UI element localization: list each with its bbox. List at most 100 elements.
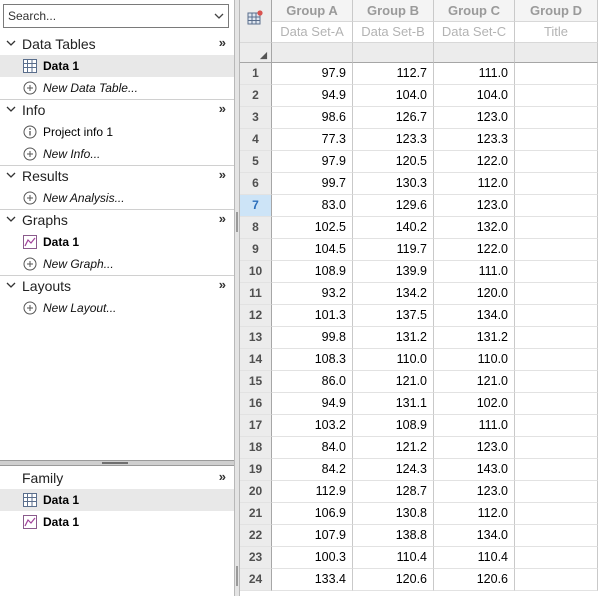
table-cell[interactable]: 121.0: [434, 371, 515, 393]
table-cell[interactable]: 99.8: [272, 327, 353, 349]
table-cell[interactable]: [515, 239, 598, 261]
section-header-info[interactable]: Info »: [0, 99, 234, 121]
table-cell[interactable]: 132.0: [434, 217, 515, 239]
table-cell[interactable]: [515, 107, 598, 129]
table-cell[interactable]: [515, 283, 598, 305]
row-number[interactable]: 10: [240, 261, 272, 283]
table-cell[interactable]: 77.3: [272, 129, 353, 151]
nav-item-new-analysis[interactable]: New Analysis...: [0, 187, 234, 209]
column-blank-header[interactable]: [353, 43, 434, 63]
nav-item-graph-data-1[interactable]: Data 1: [0, 231, 234, 253]
table-cell[interactable]: 122.0: [434, 151, 515, 173]
table-cell[interactable]: 108.3: [272, 349, 353, 371]
chevron-down-icon[interactable]: [6, 104, 16, 114]
table-cell[interactable]: 111.0: [434, 63, 515, 85]
row-number[interactable]: 16: [240, 393, 272, 415]
column-header-group[interactable]: Group D: [515, 0, 598, 22]
nav-item-new-graph[interactable]: New Graph...: [0, 253, 234, 275]
column-subtitle[interactable]: Data Set-B: [353, 22, 434, 43]
table-cell[interactable]: [515, 415, 598, 437]
column-subtitle[interactable]: Title: [515, 22, 598, 43]
row-number[interactable]: 3: [240, 107, 272, 129]
table-cell[interactable]: 112.7: [353, 63, 434, 85]
table-cell[interactable]: 121.2: [353, 437, 434, 459]
table-cell[interactable]: [515, 371, 598, 393]
table-cell[interactable]: 100.3: [272, 547, 353, 569]
column-subtitle[interactable]: Data Set-A: [272, 22, 353, 43]
splitter-grip[interactable]: [236, 566, 238, 586]
table-cell[interactable]: 131.1: [353, 393, 434, 415]
table-cell[interactable]: 130.3: [353, 173, 434, 195]
table-cell[interactable]: [515, 393, 598, 415]
table-cell[interactable]: 126.7: [353, 107, 434, 129]
table-cell[interactable]: 98.6: [272, 107, 353, 129]
row-number[interactable]: 1: [240, 63, 272, 85]
table-cell[interactable]: [515, 63, 598, 85]
table-cell[interactable]: [515, 503, 598, 525]
row-number[interactable]: 23: [240, 547, 272, 569]
table-cell[interactable]: 123.0: [434, 107, 515, 129]
expand-icon[interactable]: »: [219, 211, 226, 226]
table-cell[interactable]: 103.2: [272, 415, 353, 437]
row-number[interactable]: 19: [240, 459, 272, 481]
expand-icon[interactable]: »: [219, 101, 226, 116]
section-header-layouts[interactable]: Layouts »: [0, 275, 234, 297]
table-cell[interactable]: 104.0: [434, 85, 515, 107]
table-cell[interactable]: 121.0: [353, 371, 434, 393]
row-number[interactable]: 14: [240, 349, 272, 371]
table-cell[interactable]: 83.0: [272, 195, 353, 217]
expand-icon[interactable]: »: [219, 277, 226, 292]
table-cell[interactable]: [515, 173, 598, 195]
table-format-icon[interactable]: [247, 10, 263, 26]
splitter-grip[interactable]: [102, 462, 128, 464]
table-cell[interactable]: 130.8: [353, 503, 434, 525]
table-cell[interactable]: 97.9: [272, 151, 353, 173]
table-cell[interactable]: 129.6: [353, 195, 434, 217]
row-number[interactable]: 17: [240, 415, 272, 437]
row-number[interactable]: 8: [240, 217, 272, 239]
table-cell[interactable]: 119.7: [353, 239, 434, 261]
table-cell[interactable]: 139.9: [353, 261, 434, 283]
chevron-down-icon[interactable]: [6, 170, 16, 180]
chevron-down-icon[interactable]: [6, 214, 16, 224]
table-cell[interactable]: 122.0: [434, 239, 515, 261]
chevron-down-icon[interactable]: [6, 38, 16, 48]
column-subtitle[interactable]: Data Set-C: [434, 22, 515, 43]
table-cell[interactable]: [515, 349, 598, 371]
table-cell[interactable]: 110.4: [353, 547, 434, 569]
table-cell[interactable]: 133.4: [272, 569, 353, 591]
table-cell[interactable]: 120.6: [434, 569, 515, 591]
column-header-group[interactable]: Group A: [272, 0, 353, 22]
table-cell[interactable]: 84.0: [272, 437, 353, 459]
column-blank-header[interactable]: [272, 43, 353, 63]
nav-item-data-1[interactable]: Data 1: [0, 55, 234, 77]
section-header-graphs[interactable]: Graphs »: [0, 209, 234, 231]
family-item-data-table[interactable]: Data 1: [0, 489, 234, 511]
sheet-corner[interactable]: [240, 0, 272, 43]
expand-icon[interactable]: »: [219, 469, 226, 484]
row-number[interactable]: 7: [240, 195, 272, 217]
table-cell[interactable]: 108.9: [353, 415, 434, 437]
table-cell[interactable]: 84.2: [272, 459, 353, 481]
table-cell[interactable]: [515, 437, 598, 459]
row-number[interactable]: 11: [240, 283, 272, 305]
table-cell[interactable]: 131.2: [434, 327, 515, 349]
section-header-data-tables[interactable]: Data Tables »: [0, 33, 234, 55]
table-cell[interactable]: [515, 261, 598, 283]
table-cell[interactable]: [515, 481, 598, 503]
table-cell[interactable]: 108.9: [272, 261, 353, 283]
table-cell[interactable]: 123.3: [353, 129, 434, 151]
table-cell[interactable]: 106.9: [272, 503, 353, 525]
table-cell[interactable]: 123.0: [434, 437, 515, 459]
table-cell[interactable]: 111.0: [434, 261, 515, 283]
nav-item-new-info[interactable]: New Info...: [0, 143, 234, 165]
row-number[interactable]: 13: [240, 327, 272, 349]
table-cell[interactable]: 143.0: [434, 459, 515, 481]
table-cell[interactable]: 128.7: [353, 481, 434, 503]
row-number[interactable]: 22: [240, 525, 272, 547]
row-number[interactable]: 9: [240, 239, 272, 261]
table-cell[interactable]: 101.3: [272, 305, 353, 327]
row-number[interactable]: 6: [240, 173, 272, 195]
table-cell[interactable]: 97.9: [272, 63, 353, 85]
table-cell[interactable]: 123.3: [434, 129, 515, 151]
